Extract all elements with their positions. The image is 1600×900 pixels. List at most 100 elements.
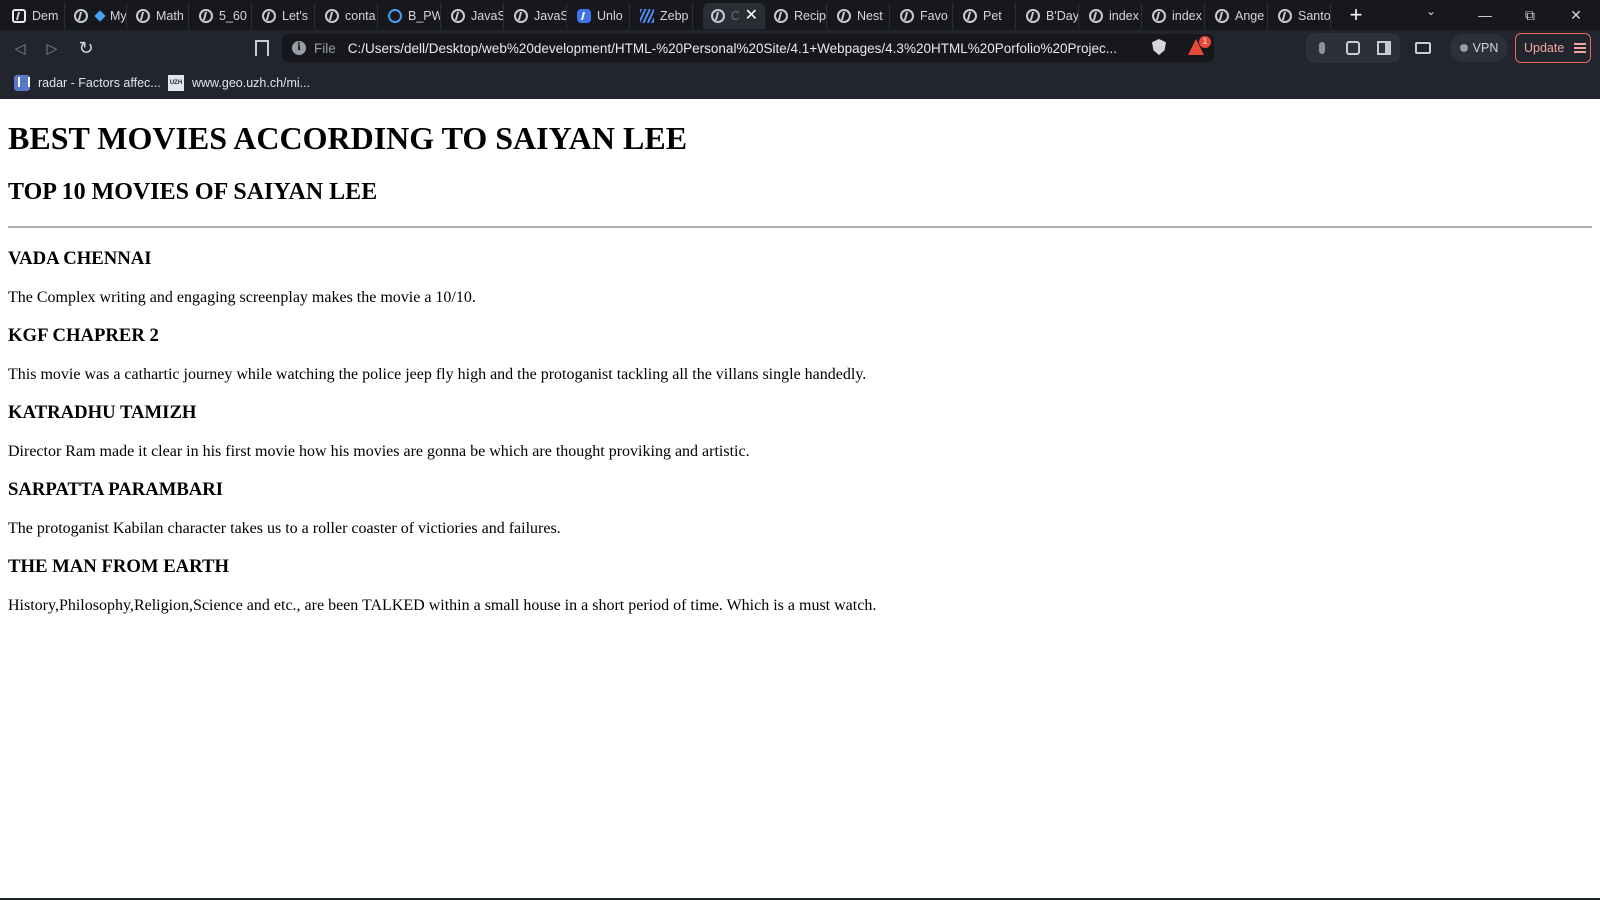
info-icon[interactable]: i (292, 41, 306, 55)
bookmark-icon[interactable] (250, 37, 270, 59)
new-tab-button[interactable]: + (1343, 2, 1369, 28)
tab-16[interactable]: Pet (955, 3, 1016, 29)
globe-icon (514, 9, 528, 23)
update-button[interactable]: Update (1515, 33, 1591, 63)
tab-label: JavaS (534, 9, 566, 23)
browser-chrome: Dem My Math 5_60 Let's conta B_PW JavaS … (0, 0, 1600, 99)
movie-title: SARPATTA PARAMBARI (8, 479, 224, 500)
site-icon (14, 75, 30, 91)
tab-5[interactable]: Let's (254, 3, 315, 29)
wallet-dot-icon[interactable] (1311, 37, 1333, 59)
restore-icon[interactable]: ⧉ (1510, 2, 1550, 28)
rewards-badge: 1 (1199, 36, 1211, 48)
movie-title: THE MAN FROM EARTH (8, 556, 229, 577)
update-label: Update (1524, 41, 1565, 55)
globe-icon (136, 9, 150, 23)
url-text[interactable]: C:/Users/dell/Desktop/web%20development/… (348, 41, 1117, 56)
tab-label: Zebp (660, 9, 689, 23)
tab-10[interactable]: Unlo (569, 3, 630, 29)
globe-icon (262, 9, 276, 23)
tab-6[interactable]: conta (317, 3, 378, 29)
globe-icon (711, 9, 725, 23)
close-window-icon[interactable]: ✕ (1556, 2, 1596, 28)
tab-label: conta (345, 9, 376, 23)
tab-label: Let's (282, 9, 309, 23)
app-icon (577, 9, 591, 23)
tab-label: Nest (857, 9, 883, 23)
globe-icon (1152, 9, 1166, 23)
bookmark-label: radar - Factors affec... (38, 76, 161, 90)
globe-icon (963, 9, 977, 23)
tab-2[interactable]: My (66, 3, 127, 29)
tab-11[interactable]: Zebp (632, 3, 693, 29)
tab-label: B_PW (408, 9, 440, 23)
tab-4[interactable]: 5_60 (191, 3, 252, 29)
close-tab-icon[interactable]: ✕ (745, 8, 758, 24)
tab-label: index (1172, 9, 1202, 23)
tab-7[interactable]: B_PW (380, 3, 441, 29)
globe-icon (74, 9, 88, 23)
reload-icon[interactable]: ↻ (74, 36, 98, 60)
page-subtitle: TOP 10 MOVIES OF SAIYAN LEE (8, 179, 378, 205)
globe-icon (1089, 9, 1103, 23)
tab-label: Recip (794, 9, 826, 23)
tab-label: C (731, 9, 739, 23)
uzh-icon: UZH (168, 75, 184, 91)
tab-17[interactable]: B'Day (1018, 3, 1079, 29)
back-icon[interactable]: ◁ (8, 36, 32, 60)
globe-icon (1278, 9, 1292, 23)
vpn-button[interactable]: VPN (1450, 34, 1508, 62)
wallet-icon[interactable] (1412, 37, 1434, 59)
movie-title: VADA CHENNAI (8, 248, 152, 269)
globe-icon (837, 9, 851, 23)
tab-label: JavaS (471, 9, 503, 23)
globe-icon (199, 9, 213, 23)
tab-label: Ange (1235, 9, 1265, 23)
globe-icon (1026, 9, 1040, 23)
vpn-status-icon (1459, 44, 1468, 52)
ring-icon (388, 9, 402, 23)
divider (8, 226, 1592, 228)
tab-strip: Dem My Math 5_60 Let's conta B_PW JavaS … (0, 0, 1600, 30)
toolbar: ◁ ▷ ↻ i File C:/Users/dell/Desktop/web%2… (0, 30, 1600, 66)
tab-1[interactable]: Dem (4, 3, 65, 29)
globe-icon (1215, 9, 1229, 23)
tab-13[interactable]: Recip (766, 3, 827, 29)
movie-review: Director Ram made it clear in his first … (8, 443, 750, 460)
tab-9[interactable]: JavaS (506, 3, 567, 29)
puzzle-icon[interactable] (1342, 37, 1364, 59)
tab-8[interactable]: JavaS (443, 3, 504, 29)
tab-list-chevron-icon[interactable]: ⌄ (1426, 4, 1436, 18)
forward-icon[interactable]: ▷ (40, 36, 64, 60)
tab-label: Favo (920, 9, 948, 23)
tab-15[interactable]: Favo (892, 3, 953, 29)
tab-label: index (1109, 9, 1139, 23)
sidebar-icon[interactable] (1373, 37, 1395, 59)
address-bar[interactable]: i File C:/Users/dell/Desktop/web%20devel… (282, 34, 1214, 62)
globe-icon (900, 9, 914, 23)
tab-label: Dem (32, 9, 59, 23)
tab-label: 5_60 (219, 9, 247, 23)
tab-label: B'Day (1046, 9, 1078, 23)
tab-18[interactable]: index (1081, 3, 1142, 29)
tab-19[interactable]: index (1144, 3, 1205, 29)
movie-review: This movie was a cathartic journey while… (8, 366, 867, 383)
menu-icon (1574, 43, 1587, 53)
bookmark-geo-uzh[interactable]: UZH www.geo.uzh.ch/mi... (168, 73, 310, 93)
tab-label: Math (156, 9, 184, 23)
movie-title: KATRADHU TAMIZH (8, 402, 197, 423)
bookmark-label: www.geo.uzh.ch/mi... (192, 76, 311, 90)
minimize-icon[interactable]: — (1465, 2, 1505, 28)
tab-20[interactable]: Ange (1207, 3, 1268, 29)
tab-label: Unlo (597, 9, 623, 23)
page-title: BEST MOVIES ACCORDING TO SAIYAN LEE (8, 120, 688, 156)
zebra-icon (640, 9, 654, 23)
tab-3[interactable]: Math (128, 3, 189, 29)
bookmark-radar[interactable]: radar - Factors affec... (14, 73, 161, 93)
tab-14[interactable]: Nest (829, 3, 890, 29)
bookmarks-bar: radar - Factors affec... UZH www.geo.uzh.… (0, 66, 1600, 99)
tab-label: Santo (1298, 9, 1330, 23)
tab-12-active[interactable]: C✕ (703, 3, 765, 29)
url-scheme: File (314, 40, 336, 56)
tab-21[interactable]: Santo (1270, 3, 1331, 29)
